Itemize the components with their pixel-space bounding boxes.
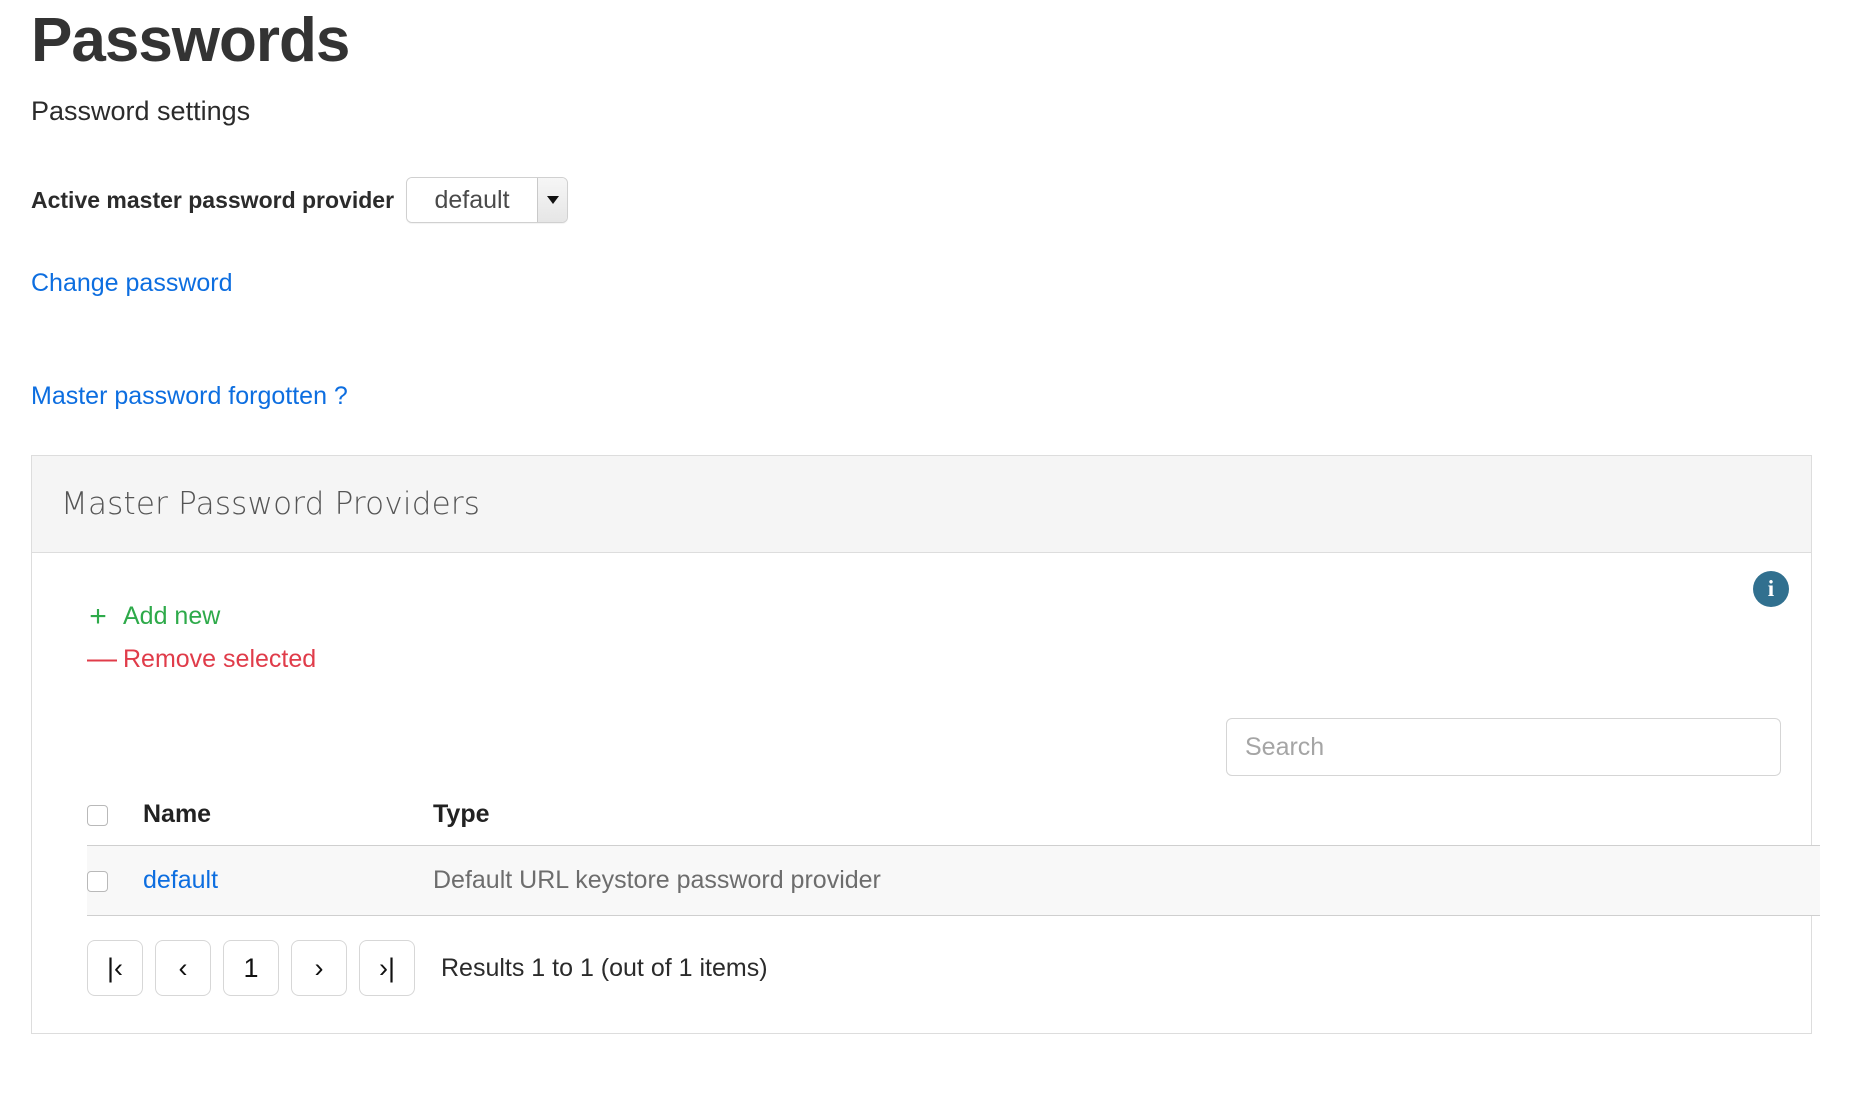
- master-password-forgotten-link[interactable]: Master password forgotten ?: [31, 382, 348, 411]
- row-type-cell: Default URL keystore password provider: [433, 845, 1820, 917]
- passwords-page: Passwords Password settings Active maste…: [0, 0, 1850, 1035]
- search-row: [58, 718, 1785, 777]
- panel-title: Master Password Providers: [61, 486, 481, 523]
- column-header-type[interactable]: Type: [433, 794, 1820, 846]
- page-title: Passwords: [31, 6, 350, 75]
- row-select-cell: [87, 845, 143, 917]
- active-master-password-provider-select[interactable]: default: [406, 177, 569, 224]
- panel-body: i + Add new — Remove selected Search Nam…: [32, 553, 1820, 997]
- select-arrow-button[interactable]: [537, 178, 568, 223]
- pagination-next-button[interactable]: ›: [291, 940, 347, 997]
- pagination-last-button[interactable]: ›|: [359, 940, 415, 997]
- change-password-link[interactable]: Change password: [31, 269, 233, 298]
- table-row: default Default URL keystore password pr…: [87, 845, 1820, 917]
- page-subtitle: Password settings: [31, 96, 251, 127]
- master-password-providers-panel: Master Password Providers i + Add new — …: [31, 455, 1820, 1035]
- panel-header: Master Password Providers: [32, 456, 1811, 554]
- active-master-password-provider-label: Active master password provider: [31, 186, 395, 213]
- pagination-current-page[interactable]: 1: [223, 940, 279, 997]
- add-new-button[interactable]: + Add new: [87, 595, 1785, 638]
- column-header-name[interactable]: Name: [143, 794, 433, 846]
- pagination-prev-button[interactable]: ‹: [155, 940, 211, 997]
- search-input[interactable]: [1226, 718, 1781, 777]
- remove-selected-label: Remove selected: [123, 644, 317, 673]
- plus-icon: +: [89, 599, 107, 633]
- select-selected-value: default: [407, 178, 538, 223]
- table-header-row: Name Type: [87, 794, 1820, 846]
- pagination-results-text: Results 1 to 1 (out of 1 items): [441, 953, 768, 982]
- row-name-cell: default: [143, 845, 433, 917]
- provider-name-link[interactable]: default: [143, 866, 218, 894]
- active-master-password-provider-row: Active master password provider default: [31, 177, 1850, 224]
- chevron-down-icon: [546, 196, 559, 205]
- pagination-first-button[interactable]: |‹: [87, 940, 143, 997]
- minus-icon: —: [87, 642, 117, 676]
- select-all-header: [87, 794, 143, 846]
- panel-actions: + Add new — Remove selected: [58, 579, 1785, 680]
- remove-selected-button[interactable]: — Remove selected: [87, 638, 1785, 681]
- select-all-checkbox[interactable]: [87, 805, 108, 827]
- providers-table: Name Type default Default URL keystore p…: [87, 794, 1820, 917]
- add-new-label: Add new: [123, 602, 221, 631]
- pagination: |‹ ‹ 1 › ›| Results 1 to 1 (out of 1 ite…: [87, 940, 1785, 997]
- row-checkbox[interactable]: [87, 871, 108, 893]
